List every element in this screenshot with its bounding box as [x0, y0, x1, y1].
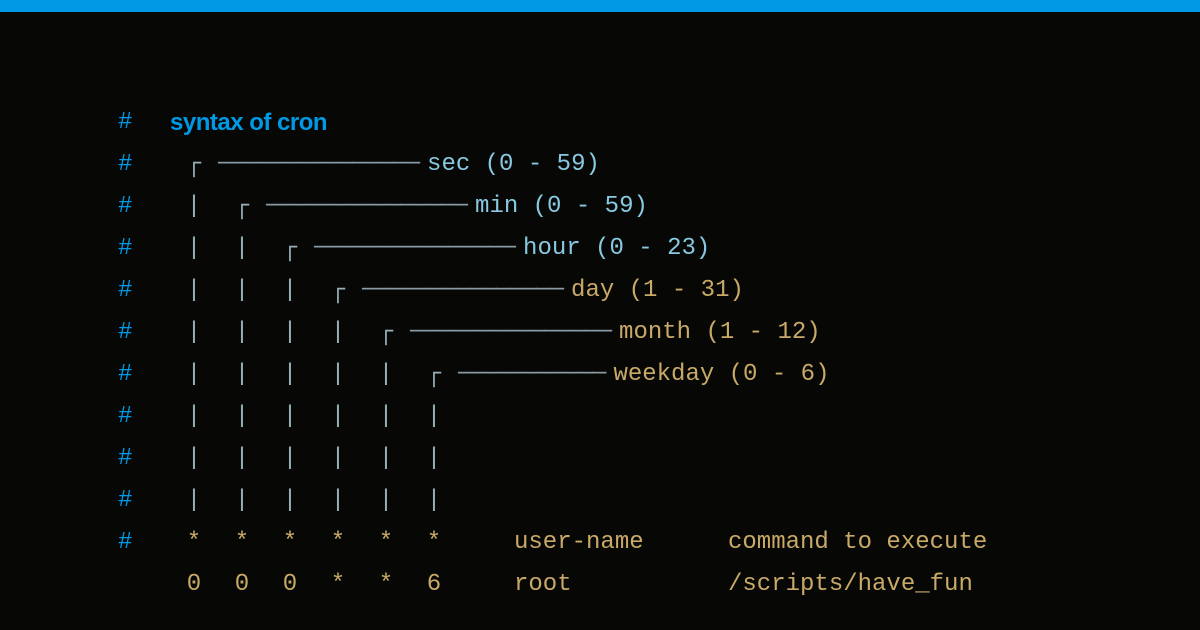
hash: #	[118, 354, 170, 396]
hline: ───────────────	[362, 270, 563, 312]
row-month: # | | | | ┌ ─────────────── month (1 - 1…	[118, 312, 1200, 354]
vline: |	[410, 396, 458, 438]
field-hour: hour (0 - 23)	[515, 228, 710, 270]
vline: |	[314, 312, 362, 354]
vline: |	[410, 438, 458, 480]
row-example: 0 0 0 * * 6 root /scripts/have_fun	[118, 564, 1200, 606]
vline: |	[266, 270, 314, 312]
template-star: *	[314, 522, 362, 564]
row-spacer: # | | | | | |	[118, 480, 1200, 522]
hash: #	[118, 396, 170, 438]
hash: #	[118, 228, 170, 270]
example-hour: 0	[266, 564, 314, 606]
hash: #	[118, 312, 170, 354]
vline: |	[218, 480, 266, 522]
example-min: 0	[218, 564, 266, 606]
hline: ───────────────	[266, 186, 467, 228]
template-star: *	[266, 522, 314, 564]
vline: |	[362, 396, 410, 438]
corner-icon: ┌	[362, 312, 410, 354]
vline: |	[266, 480, 314, 522]
row-hour: # | | ┌ ─────────────── hour (0 - 23)	[118, 228, 1200, 270]
template-user-label: user-name	[458, 522, 708, 564]
hash: #	[118, 438, 170, 480]
vline: |	[218, 312, 266, 354]
vline: |	[218, 228, 266, 270]
corner-icon: ┌	[314, 270, 362, 312]
vline: |	[266, 396, 314, 438]
row-spacer: # | | | | | |	[118, 438, 1200, 480]
vline: |	[218, 270, 266, 312]
hline: ───────────────	[218, 144, 419, 186]
example-sec: 0	[170, 564, 218, 606]
example-user: root	[458, 564, 708, 606]
vline: |	[362, 354, 410, 396]
template-star: *	[218, 522, 266, 564]
field-min: min (0 - 59)	[467, 186, 648, 228]
vline: |	[266, 438, 314, 480]
vline: |	[266, 354, 314, 396]
example-cmd: /scripts/have_fun	[708, 564, 973, 606]
vline: |	[170, 396, 218, 438]
hash: #	[118, 270, 170, 312]
vline: |	[314, 354, 362, 396]
vline: |	[314, 396, 362, 438]
row-weekday: # | | | | | ┌ ─────────── weekday (0 - 6…	[118, 354, 1200, 396]
corner-icon: ┌	[266, 228, 314, 270]
hash: #	[118, 522, 170, 564]
hash: #	[118, 144, 170, 186]
row-template: # * * * * * * user-name command to execu…	[118, 522, 1200, 564]
hash: #	[118, 102, 170, 144]
field-month: month (1 - 12)	[611, 312, 821, 354]
vline: |	[218, 354, 266, 396]
field-sec: sec (0 - 59)	[419, 144, 600, 186]
vline: |	[218, 438, 266, 480]
vline: |	[314, 480, 362, 522]
vline: |	[362, 438, 410, 480]
vline: |	[170, 354, 218, 396]
hash: #	[118, 480, 170, 522]
row-sec: # ┌ ─────────────── sec (0 - 59)	[118, 144, 1200, 186]
example-weekday: 6	[410, 564, 458, 606]
hline: ───────────	[458, 354, 605, 396]
vline: |	[170, 270, 218, 312]
top-accent-bar	[0, 0, 1200, 12]
field-weekday: weekday (0 - 6)	[605, 354, 829, 396]
template-star: *	[362, 522, 410, 564]
hline: ───────────────	[314, 228, 515, 270]
cron-syntax-diagram: # syntax of cron # ┌ ─────────────── sec…	[0, 12, 1200, 606]
corner-icon: ┌	[170, 144, 218, 186]
example-day: *	[314, 564, 362, 606]
example-month: *	[362, 564, 410, 606]
vline: |	[170, 186, 218, 228]
template-cmd-label: command to execute	[708, 522, 987, 564]
vline: |	[170, 438, 218, 480]
template-star: *	[410, 522, 458, 564]
vline: |	[170, 312, 218, 354]
vline: |	[218, 396, 266, 438]
vline: |	[170, 480, 218, 522]
hash: #	[118, 186, 170, 228]
field-day: day (1 - 31)	[563, 270, 744, 312]
row-spacer: # | | | | | |	[118, 396, 1200, 438]
vline: |	[410, 480, 458, 522]
vline: |	[362, 480, 410, 522]
row-title: # syntax of cron	[118, 102, 1200, 144]
corner-icon: ┌	[410, 354, 458, 396]
hline: ───────────────	[410, 312, 611, 354]
row-day: # | | | ┌ ─────────────── day (1 - 31)	[118, 270, 1200, 312]
corner-icon: ┌	[218, 186, 266, 228]
vline: |	[170, 228, 218, 270]
vline: |	[314, 438, 362, 480]
vline: |	[266, 312, 314, 354]
template-star: *	[170, 522, 218, 564]
diagram-title: syntax of cron	[170, 102, 327, 144]
row-min: # | ┌ ─────────────── min (0 - 59)	[118, 186, 1200, 228]
